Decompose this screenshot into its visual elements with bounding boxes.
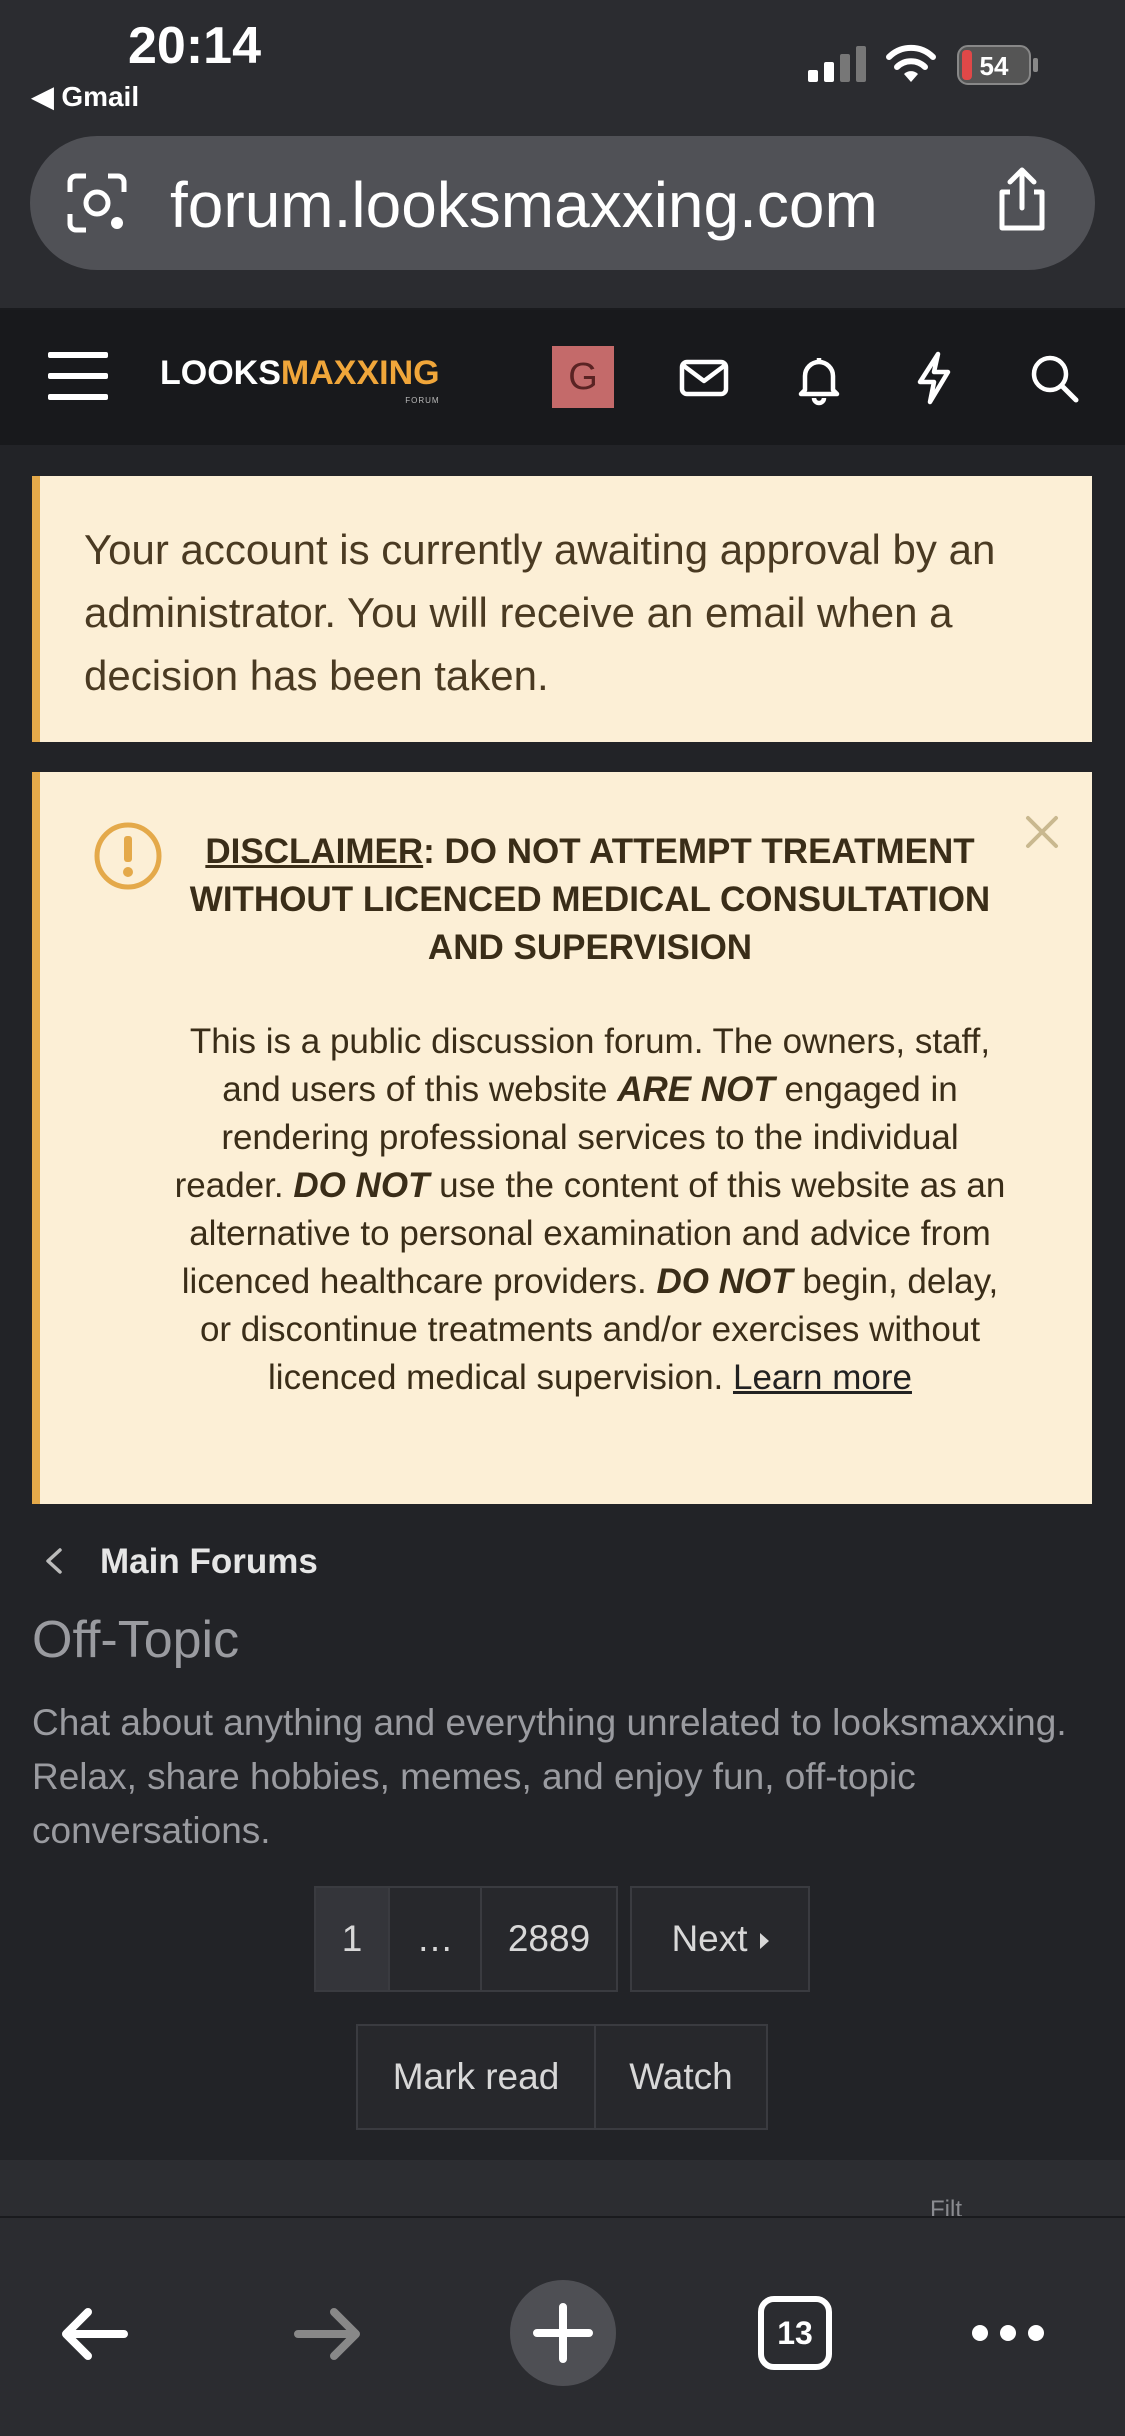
breadcrumb-label[interactable]: Main Forums [100,1542,318,1582]
address-bar[interactable]: forum.looksmaxxing.com [30,136,1095,270]
approval-text: Your account is currently awaiting appro… [84,526,996,699]
lens-icon[interactable] [66,172,128,234]
back-to-gmail-link[interactable]: ◀ Gmail [32,80,139,113]
disclaimer-title: DISCLAIMER: DO NOT ATTEMPT TREATMENT WIT… [170,828,1010,972]
page-ellipsis-button[interactable]: … [388,1886,482,1992]
exclamation-icon [94,822,162,890]
disclaimer-emphasis: ARE NOT [617,1070,775,1109]
bell-icon[interactable] [791,350,847,406]
page-title: Off-Topic [32,1611,240,1669]
status-bar: 20:14 ◀ Gmail 54 [0,0,1125,130]
logo-text-maxxing: MAXXING [280,354,440,392]
chevron-left-icon [46,1548,62,1574]
share-icon[interactable] [990,166,1054,236]
search-icon[interactable] [1026,350,1082,406]
signal-icon [808,46,866,82]
approval-notice: Your account is currently awaiting appro… [32,476,1092,742]
page-1-button[interactable]: 1 [314,1886,390,1992]
disclaimer-label: DISCLAIMER [205,832,424,871]
disclaimer-emphasis: DO NOT [293,1166,430,1205]
lightning-icon[interactable] [906,350,962,406]
menu-icon[interactable] [48,350,108,402]
site-logo[interactable]: LOOKSMAXXING FORUM [160,354,440,405]
tabs-button[interactable]: 13 [758,2296,832,2370]
wifi-icon [886,44,936,82]
avatar[interactable]: G [552,346,614,408]
next-page-button[interactable]: Next [630,1886,810,1992]
logo-text-looks: LOOKS [160,354,281,392]
learn-more-link[interactable]: Learn more [733,1358,912,1397]
browser-address-area: forum.looksmaxxing.com [0,130,1125,310]
logo-subtext: FORUM [405,396,440,405]
forward-arrow-icon[interactable] [292,2306,364,2362]
disclaimer-notice: DISCLAIMER: DO NOT ATTEMPT TREATMENT WIT… [32,772,1092,1504]
battery-level: 54 [980,51,1009,81]
forum-header: LOOKSMAXXING FORUM G [0,310,1125,445]
next-page-label: Next [671,1918,748,1959]
caret-right-icon [759,1933,769,1950]
status-time: 20:14 [128,17,261,75]
watch-button[interactable]: Watch [594,2024,768,2130]
plus-icon [533,2303,593,2363]
mail-icon[interactable] [676,350,732,406]
battery-icon: 54 [957,45,1038,85]
disclaimer-emphasis: DO NOT [656,1262,793,1301]
browser-toolbar: 13 [0,2216,1125,2436]
mark-read-button[interactable]: Mark read [356,2024,596,2130]
back-arrow-icon[interactable] [58,2306,130,2362]
url-text[interactable]: forum.looksmaxxing.com [170,168,878,242]
page-description: Chat about anything and everything unrel… [32,1702,1067,1851]
close-icon[interactable] [1024,814,1060,850]
more-icon[interactable] [970,2318,1046,2348]
new-tab-button[interactable] [510,2280,616,2386]
disclaimer-body: This is a public discussion forum. The o… [170,1018,1010,1402]
page-last-button[interactable]: 2889 [480,1886,618,1992]
